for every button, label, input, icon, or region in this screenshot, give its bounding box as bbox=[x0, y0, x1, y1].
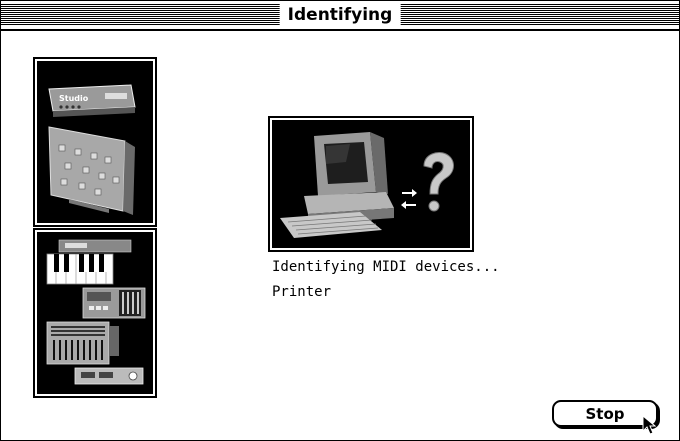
title-bar[interactable]: Identifying bbox=[1, 1, 679, 31]
status-message: Identifying MIDI devices... bbox=[272, 259, 500, 275]
studio-label: Studio bbox=[59, 94, 89, 103]
window-title: Identifying bbox=[279, 4, 401, 26]
identifying-dialog: Identifying Studio Identifying MIDI devi… bbox=[0, 0, 680, 441]
mouse-pointer-icon bbox=[642, 415, 656, 435]
current-device-name: Printer bbox=[272, 284, 332, 300]
studio-setup-image: Studio bbox=[37, 61, 153, 223]
midi-devices-image bbox=[37, 232, 153, 394]
computer-query-image bbox=[272, 120, 470, 248]
